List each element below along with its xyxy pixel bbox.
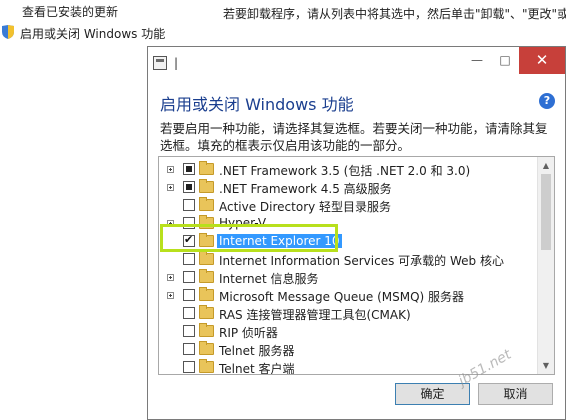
feature-checkbox[interactable] xyxy=(183,181,195,193)
feature-row[interactable]: Telnet 服务器 xyxy=(159,341,537,359)
expand-plus-icon[interactable] xyxy=(167,292,174,299)
folder-icon xyxy=(199,341,214,355)
close-button[interactable]: ✕ xyxy=(519,47,565,74)
feature-row[interactable]: Microsoft Message Queue (MSMQ) 服务器 xyxy=(159,287,537,305)
turn-windows-features-link[interactable]: 启用或关闭 Windows 功能 xyxy=(20,25,165,42)
shield-icon xyxy=(2,25,14,39)
expand-plus-icon[interactable] xyxy=(167,166,174,173)
window-app-icon xyxy=(153,56,167,70)
feature-checkbox[interactable] xyxy=(183,199,195,211)
uninstall-instructions: 若要卸载程序，请从列表中将其选中，然后单击"卸载"、"更改"或 xyxy=(223,7,566,21)
feature-row[interactable]: Active Directory 轻型目录服务 xyxy=(159,197,537,215)
maximize-button[interactable]: □ xyxy=(491,47,519,74)
feature-checkbox[interactable] xyxy=(183,325,195,337)
feature-checkbox[interactable] xyxy=(183,163,195,175)
feature-label: Active Directory 轻型目录服务 xyxy=(219,200,392,214)
feature-checkbox[interactable] xyxy=(183,343,195,355)
feature-row[interactable]: RAS 连接管理器管理工具包(CMAK) xyxy=(159,305,537,323)
expand-plus-icon[interactable] xyxy=(167,274,174,281)
feature-label: RAS 连接管理器管理工具包(CMAK) xyxy=(219,308,411,322)
feature-label: Telnet 客户端 xyxy=(219,362,295,375)
window-title: | xyxy=(174,56,179,70)
feature-label: Internet 信息服务 xyxy=(219,272,319,286)
folder-icon xyxy=(199,251,214,265)
scroll-thumb[interactable] xyxy=(541,174,551,250)
feature-checkbox[interactable] xyxy=(183,361,195,373)
feature-label: Internet Information Services 可承载的 Web 核… xyxy=(219,254,504,268)
feature-checkbox[interactable] xyxy=(183,271,195,283)
feature-row[interactable]: Internet 信息服务 xyxy=(159,269,537,287)
folder-icon xyxy=(199,359,214,373)
feature-checkbox[interactable] xyxy=(183,253,195,265)
scroll-down-arrow-icon[interactable]: ▼ xyxy=(538,357,554,374)
help-icon[interactable]: ? xyxy=(539,93,555,109)
feature-row[interactable]: RIP 侦听器 xyxy=(159,323,537,341)
minimize-button[interactable]: — xyxy=(463,47,491,74)
feature-label: .NET Framework 4.5 高级服务 xyxy=(219,182,392,196)
scroll-up-arrow-icon[interactable]: ▲ xyxy=(538,157,554,174)
dialog-heading: 启用或关闭 Windows 功能 xyxy=(160,95,354,114)
tree-scrollbar[interactable]: ▲ ▼ xyxy=(537,157,554,374)
folder-icon xyxy=(199,179,214,193)
folder-icon xyxy=(199,161,214,175)
view-installed-updates-link[interactable]: 查看已安装的更新 xyxy=(22,3,118,20)
title-bar: | — □ ✕ xyxy=(148,47,565,77)
feature-label: .NET Framework 3.5 (包括 .NET 2.0 和 3.0) xyxy=(219,164,471,178)
feature-label: Microsoft Message Queue (MSMQ) 服务器 xyxy=(219,290,465,304)
feature-checkbox[interactable] xyxy=(183,289,195,301)
feature-label: Telnet 服务器 xyxy=(219,344,295,358)
folder-icon xyxy=(199,287,214,301)
ok-button[interactable]: 确定 xyxy=(395,383,470,405)
feature-label: RIP 侦听器 xyxy=(219,326,278,340)
folder-icon xyxy=(199,197,214,211)
expand-plus-icon[interactable] xyxy=(167,184,174,191)
dialog-description: 若要启用一种功能，请选择其复选框。若要关闭一种功能，请清除其复选框。填充的框表示… xyxy=(160,121,548,153)
folder-icon xyxy=(199,269,214,283)
feature-row[interactable]: Internet Information Services 可承载的 Web 核… xyxy=(159,251,537,269)
feature-row[interactable]: .NET Framework 4.5 高级服务 xyxy=(159,179,537,197)
highlight-annotation-box xyxy=(160,224,338,252)
feature-checkbox[interactable] xyxy=(183,307,195,319)
features-tree[interactable]: Telnet 客户端 Telnet 服务器 RIP 侦听器 RAS 连接管理器管理工具… xyxy=(158,156,555,375)
feature-row[interactable]: .NET Framework 3.5 (包括 .NET 2.0 和 3.0) xyxy=(159,161,537,179)
folder-icon xyxy=(199,305,214,319)
folder-icon xyxy=(199,323,214,337)
cancel-button[interactable]: 取消 xyxy=(478,383,553,405)
